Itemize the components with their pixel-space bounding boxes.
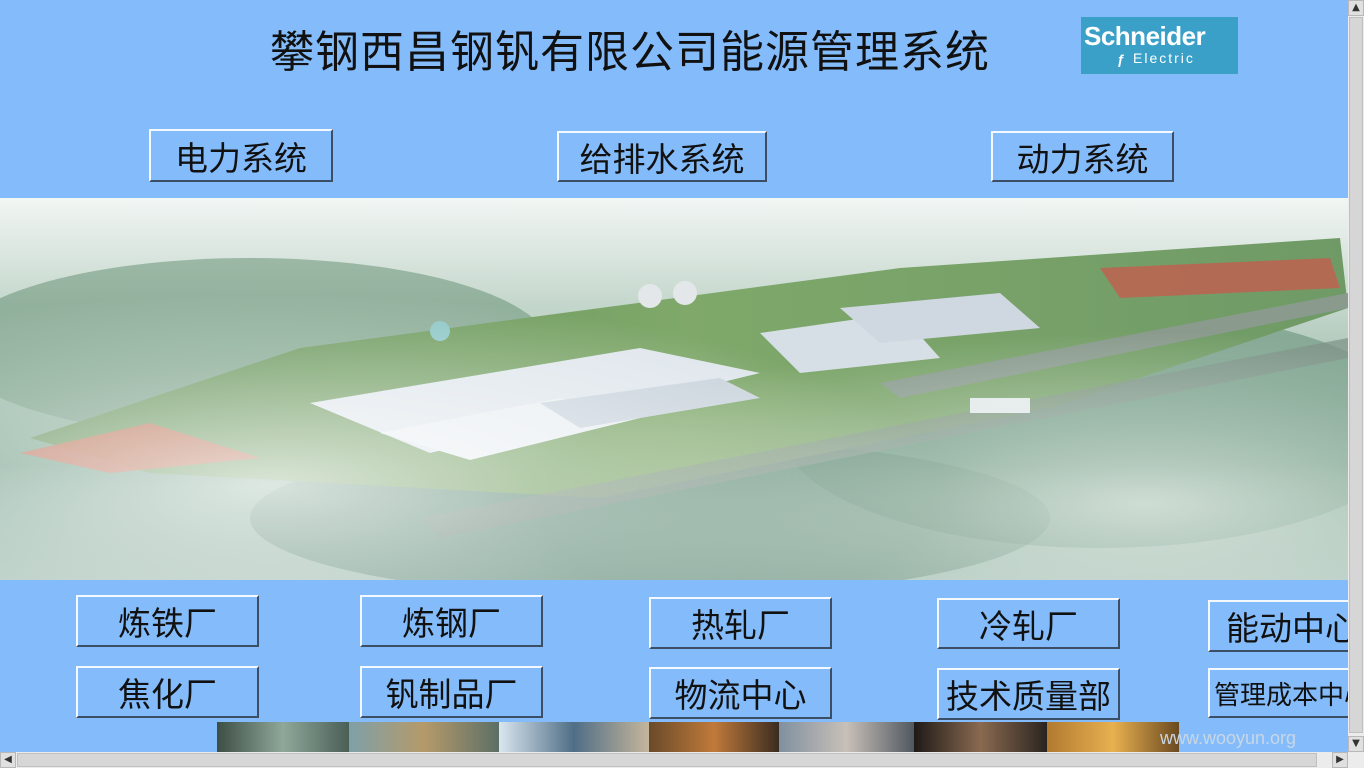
logo-text-bottom: Electric [1133,50,1195,66]
vanadium-products-plant-button[interactable]: 钒制品厂 [360,666,543,718]
ironmaking-plant-button[interactable]: 炼铁厂 [76,595,259,647]
horizontal-scrollbar[interactable]: ◀ ▶ [0,752,1348,768]
vertical-scrollbar[interactable]: ▲ ▼ [1348,0,1364,752]
power-system-button[interactable]: 电力系统 [149,129,333,182]
scroll-up-icon[interactable]: ▲ [1348,0,1364,16]
watermark-text: www.wooyun.org [1160,728,1297,748]
steelmaking-plant-button[interactable]: 炼钢厂 [360,595,543,647]
hot-rolling-plant-button[interactable]: 热轧厂 [649,597,832,649]
schneider-electric-logo: Schneider ƒ Electric [1081,17,1238,74]
coking-plant-button[interactable]: 焦化厂 [76,666,259,718]
motive-power-system-button[interactable]: 动力系统 [991,131,1174,182]
logistics-center-button[interactable]: 物流中心 [649,667,832,719]
logo-text-top: Schneider [1084,21,1206,51]
cold-rolling-plant-button[interactable]: 冷轧厂 [937,598,1120,649]
vertical-scroll-thumb[interactable] [1349,17,1363,733]
cost-management-center-button[interactable]: 管理成本中心 [1208,668,1348,718]
water-system-button[interactable]: 给排水系统 [557,131,767,182]
energy-center-button[interactable]: 能动中心 [1208,600,1348,652]
quality-department-button[interactable]: 技术质量部 [937,668,1120,720]
scrollbar-corner [1348,752,1364,768]
energy-system-page: 攀钢西昌钢钒有限公司能源管理系统 Schneider ƒ Electric 电力… [0,0,1348,752]
scroll-down-icon[interactable]: ▼ [1348,736,1364,752]
horizontal-scroll-thumb[interactable] [17,753,1317,767]
page-title: 攀钢西昌钢钒有限公司能源管理系统 [270,27,990,78]
scroll-left-icon[interactable]: ◀ [0,752,16,768]
logo-mark-icon: ƒ [1117,51,1125,67]
plant-aerial-photo [0,198,1348,580]
scroll-right-icon[interactable]: ▶ [1332,752,1348,768]
